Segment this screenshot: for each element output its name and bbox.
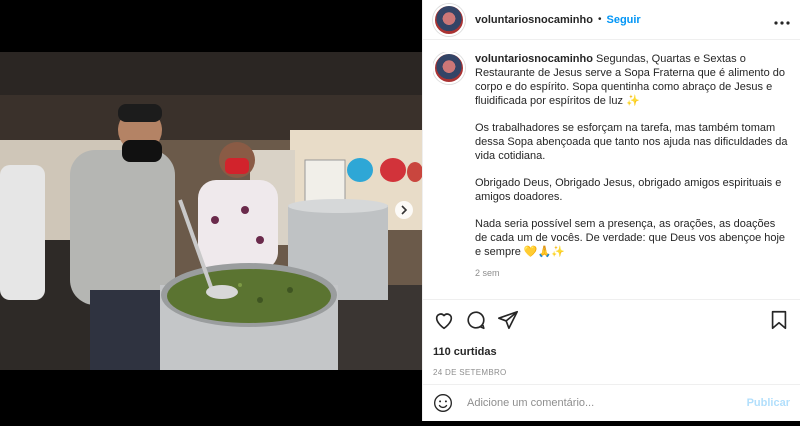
comment-input[interactable] (465, 396, 747, 410)
username-link[interactable]: voluntariosnocaminho (475, 14, 593, 26)
post-date: 24 DE SETEMBRO (433, 368, 507, 377)
publish-button[interactable]: Publicar (747, 397, 790, 409)
caption-username[interactable]: voluntariosnocaminho (475, 53, 593, 65)
post-image[interactable] (0, 0, 423, 421)
emoji-icon[interactable] (433, 393, 453, 413)
post-header: voluntariosnocaminho • Seguir (423, 0, 800, 40)
post-panel: voluntariosnocaminho • Seguir voluntario… (422, 0, 800, 421)
caption-avatar[interactable] (433, 52, 465, 84)
caption: voluntariosnocaminho Segundas, Quartas e… (433, 52, 790, 297)
separator-dot: • (597, 14, 602, 25)
soup-kitchen-photo (0, 0, 423, 421)
share-icon[interactable] (497, 309, 519, 331)
caption-paragraph: Os trabalhadores se esforçam na tarefa, … (475, 122, 788, 162)
caption-text: voluntariosnocaminho Segundas, Quartas e… (475, 52, 790, 297)
action-bar: 110 curtidas 24 DE SETEMBRO (423, 299, 800, 377)
comment-bar: Publicar (423, 384, 800, 421)
follow-button[interactable]: Seguir (606, 14, 640, 26)
heart-icon[interactable] (433, 309, 455, 331)
time-ago[interactable]: 2 sem (475, 266, 790, 280)
caption-paragraph: voluntariosnocaminho Segundas, Quartas e… (475, 52, 790, 108)
caption-paragraph: Nada seria possível sem a presença, as o… (475, 218, 786, 258)
bookmark-icon[interactable] (768, 309, 790, 331)
more-icon (774, 20, 790, 25)
like-count[interactable]: 110 curtidas (433, 346, 790, 358)
chevron-right-icon (401, 205, 408, 215)
avatar[interactable] (433, 3, 465, 36)
comment-icon[interactable] (465, 309, 487, 331)
more-options-button[interactable] (774, 12, 790, 28)
action-icons (433, 308, 790, 332)
caption-paragraph: Obrigado Deus, Obrigado Jesus, obrigado … (475, 177, 782, 203)
next-image-button[interactable] (395, 201, 413, 219)
